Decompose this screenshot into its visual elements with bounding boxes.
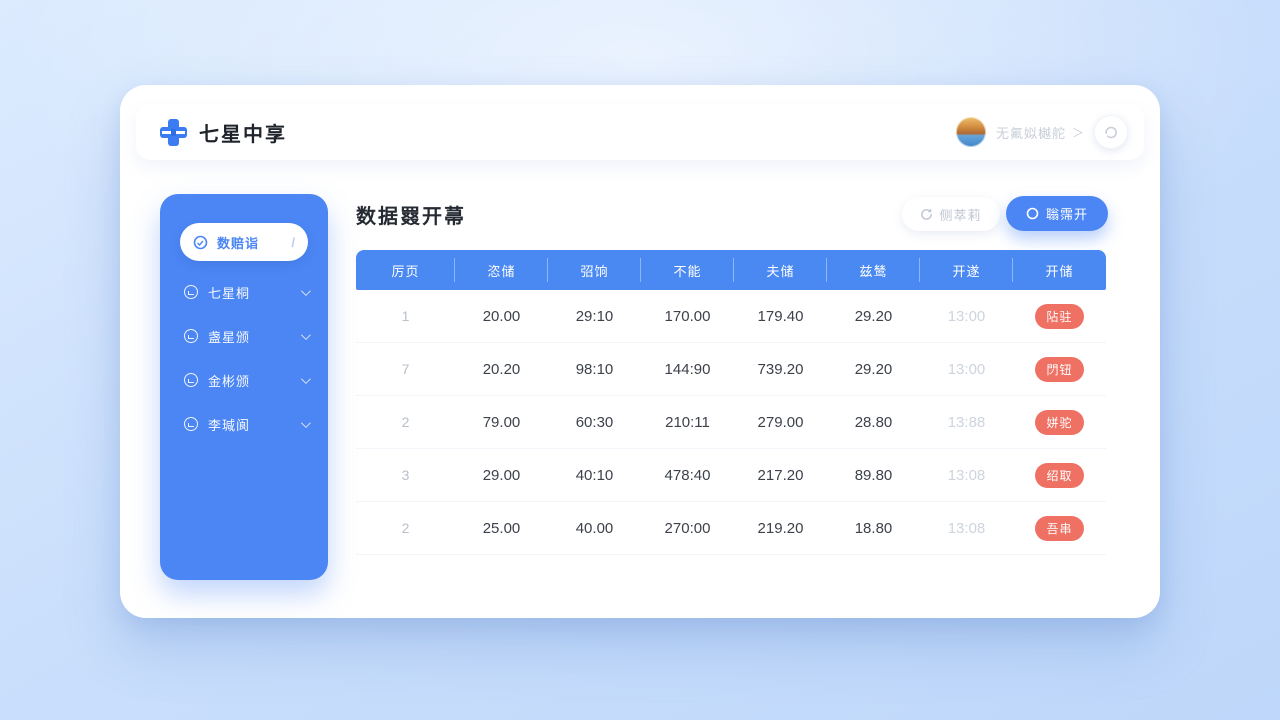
table-header-cell: 厉页 bbox=[356, 250, 455, 290]
sidebar-item-label: 七星桐 bbox=[208, 283, 250, 302]
table-header-cell: 夫储 bbox=[734, 250, 827, 290]
time-cell: 13:00 bbox=[920, 308, 1013, 325]
user-name[interactable]: 无氟姒樾舵 bbox=[996, 123, 1066, 142]
value-cell: 89.80 bbox=[827, 467, 920, 484]
value-cell: 144:90 bbox=[641, 361, 734, 378]
data-table: 厉页 恣储 弨饷 不能 夫储 兹鸶 开遂 开储 1 20.00 29:10 17… bbox=[356, 250, 1106, 555]
table-header-cell: 兹鸶 bbox=[827, 250, 920, 290]
value-cell: 98:10 bbox=[548, 361, 641, 378]
table-header-cell: 开储 bbox=[1013, 250, 1106, 290]
primary-button-label: 聬霈开 bbox=[1046, 204, 1088, 223]
chevron-down-icon bbox=[301, 286, 311, 296]
table-header-cell: 开遂 bbox=[920, 250, 1013, 290]
status-badge[interactable]: 阽驻 bbox=[1035, 304, 1083, 329]
sidebar-item-label: 李瑊阆 bbox=[208, 415, 250, 434]
brand-title: 七星中享 bbox=[199, 118, 287, 147]
time-cell: 13:08 bbox=[920, 467, 1013, 484]
circle-icon bbox=[184, 373, 198, 387]
value-cell: 210:11 bbox=[641, 414, 734, 431]
table-row: 3 29.00 40:10 478:40 217.20 89.80 13:08 … bbox=[356, 449, 1106, 502]
sidebar-item-active[interactable]: 数赔诣 / bbox=[180, 223, 308, 261]
time-cell: 13:00 bbox=[920, 361, 1013, 378]
table-row: 2 79.00 60:30 210:11 279.00 28.80 13:88 … bbox=[356, 396, 1106, 449]
row-index-cell: 7 bbox=[356, 361, 455, 377]
value-cell: 219.20 bbox=[734, 520, 827, 537]
sidebar-item[interactable]: 七星桐 bbox=[160, 278, 328, 306]
chevron-down-icon bbox=[301, 418, 311, 428]
back-button[interactable] bbox=[1094, 115, 1128, 149]
table-row: 7 20.20 98:10 144:90 739.20 29.20 13:00 … bbox=[356, 343, 1106, 396]
slash-icon: / bbox=[291, 235, 295, 250]
sidebar-item-label: 数赔诣 bbox=[217, 233, 259, 252]
value-cell: 29.00 bbox=[455, 467, 548, 484]
table-header-row: 厉页 恣储 弨饷 不能 夫储 兹鸶 开遂 开储 bbox=[356, 250, 1106, 290]
status-badge[interactable]: 姘驼 bbox=[1035, 410, 1083, 435]
value-cell: 20.20 bbox=[455, 361, 548, 378]
value-cell: 25.00 bbox=[455, 520, 548, 537]
value-cell: 217.20 bbox=[734, 467, 827, 484]
sidebar-item[interactable]: 李瑊阆 bbox=[160, 410, 328, 438]
user-avatar[interactable] bbox=[956, 117, 986, 147]
chevron-down-icon bbox=[301, 330, 311, 340]
table-row: 1 20.00 29:10 170.00 179.40 29.20 13:00 … bbox=[356, 290, 1106, 343]
table-header-cell: 恣储 bbox=[455, 250, 548, 290]
row-index-cell: 2 bbox=[356, 414, 455, 430]
value-cell: 40.00 bbox=[548, 520, 641, 537]
value-cell: 478:40 bbox=[641, 467, 734, 484]
time-cell: 13:88 bbox=[920, 414, 1013, 431]
sidebar: 数赔诣 / 七星桐 盏星颁 金彬颁 李瑊阆 bbox=[160, 194, 328, 580]
top-bar: 七星中享 无氟姒樾舵 ＞ bbox=[136, 104, 1144, 160]
topbar-user-cluster: 无氟姒樾舵 ＞ bbox=[956, 115, 1128, 149]
status-badge[interactable]: 吾串 bbox=[1035, 516, 1083, 541]
brand-logo-icon bbox=[160, 119, 187, 146]
sidebar-item-label: 金彬颁 bbox=[208, 371, 250, 390]
primary-action-button[interactable]: 聬霈开 bbox=[1006, 196, 1108, 231]
circle-icon bbox=[184, 329, 198, 343]
sidebar-item[interactable]: 金彬颁 bbox=[160, 366, 328, 394]
row-index-cell: 3 bbox=[356, 467, 455, 483]
value-cell: 79.00 bbox=[455, 414, 548, 431]
value-cell: 279.00 bbox=[734, 414, 827, 431]
value-cell: 29:10 bbox=[548, 308, 641, 325]
time-cell: 13:08 bbox=[920, 520, 1013, 537]
row-index-cell: 1 bbox=[356, 308, 455, 324]
value-cell: 29.20 bbox=[827, 308, 920, 325]
value-cell: 29.20 bbox=[827, 361, 920, 378]
dashboard-icon bbox=[193, 235, 208, 250]
status-badge[interactable]: 绍取 bbox=[1035, 463, 1083, 488]
value-cell: 270:00 bbox=[641, 520, 734, 537]
status-badge[interactable]: 閁钮 bbox=[1035, 357, 1083, 382]
sidebar-item-label: 盏星颁 bbox=[208, 327, 250, 346]
circle-icon bbox=[1026, 207, 1039, 220]
value-cell: 40:10 bbox=[548, 467, 641, 484]
row-index-cell: 2 bbox=[356, 520, 455, 536]
table-row: 2 25.00 40.00 270:00 219.20 18.80 13:08 … bbox=[356, 502, 1106, 555]
chevron-right-icon[interactable]: ＞ bbox=[1072, 124, 1084, 141]
value-cell: 179.40 bbox=[734, 308, 827, 325]
refresh-button-label: 侧萃莉 bbox=[939, 205, 981, 224]
sidebar-item[interactable]: 盏星颁 bbox=[160, 322, 328, 350]
circle-icon bbox=[184, 417, 198, 431]
value-cell: 20.00 bbox=[455, 308, 548, 325]
table-header-cell: 不能 bbox=[641, 250, 734, 290]
value-cell: 28.80 bbox=[827, 414, 920, 431]
refresh-icon bbox=[920, 208, 933, 221]
chevron-down-icon bbox=[301, 374, 311, 384]
app-background: 七星中享 无氟姒樾舵 ＞ 数赔诣 / 七星桐 bbox=[0, 0, 1280, 720]
table-header-cell: 弨饷 bbox=[548, 250, 641, 290]
circle-icon bbox=[184, 285, 198, 299]
return-icon bbox=[1103, 124, 1119, 140]
value-cell: 739.20 bbox=[734, 361, 827, 378]
value-cell: 18.80 bbox=[827, 520, 920, 537]
value-cell: 170.00 bbox=[641, 308, 734, 325]
value-cell: 60:30 bbox=[548, 414, 641, 431]
refresh-button[interactable]: 侧萃莉 bbox=[902, 197, 1000, 231]
page-title: 数据罬开菷 bbox=[356, 200, 466, 229]
